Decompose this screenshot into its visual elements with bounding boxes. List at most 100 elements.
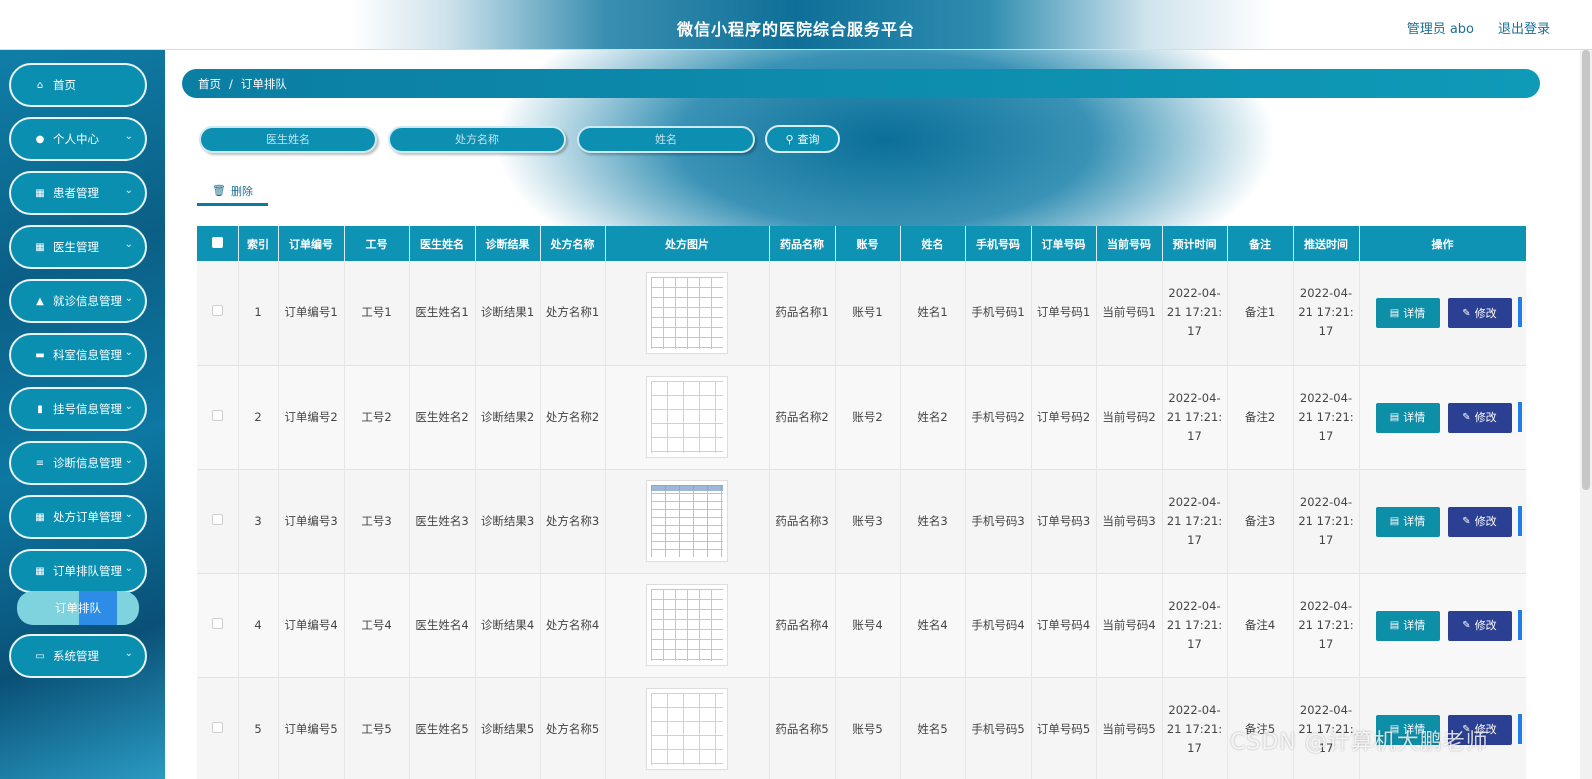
detail-button[interactable]: ▤ 详情 [1375, 298, 1440, 329]
column-header: 索引 [238, 226, 279, 261]
prescription-image[interactable] [605, 469, 770, 574]
delete-row-button[interactable] [1517, 713, 1522, 744]
top-header: 微信小程序的医院综合服务平台 管理员 abo 退出登录 [0, 0, 1592, 50]
delete-row-button[interactable] [1517, 401, 1522, 432]
scrollbar-thumb[interactable] [1582, 50, 1590, 490]
cell-doctor: 医生姓名4 [409, 573, 476, 678]
sidebar-item-2[interactable]: ▦ 患者管理 ⌄ [9, 171, 147, 215]
cell-phone: 手机号码5 [965, 677, 1032, 779]
logout-link[interactable]: 退出登录 [1498, 18, 1550, 37]
prescription-image[interactable] [605, 677, 770, 779]
sidebar-subitem-order-queue[interactable]: 订单排队 [17, 591, 139, 625]
row-actions: ▤ 详情 ✎ 修改 [1359, 365, 1526, 470]
sidebar-item-5[interactable]: ▬ 科室信息管理 ⌄ [9, 333, 147, 377]
table-row: 4 订单编号4 工号4 医生姓名4 诊断结果4 处方名称4 药品名称4 账号4 姓名4 手机号码4… [197, 573, 1526, 678]
document-icon: ▤ [1389, 516, 1400, 527]
select-all-checkbox[interactable] [197, 226, 239, 261]
edit-button[interactable]: ✎ 修改 [1447, 298, 1512, 329]
cell-diagnosis: 诊断结果4 [475, 573, 541, 678]
edit-button[interactable]: ✎ 修改 [1447, 610, 1512, 641]
document-icon: ▤ [1389, 620, 1400, 631]
sidebar-item-4[interactable]: ▲ 就诊信息管理 ⌄ [9, 279, 147, 323]
chevron-down-icon: ⌄ [124, 185, 133, 196]
cell-name: 姓名2 [900, 365, 966, 470]
column-header: 操作 [1359, 226, 1526, 261]
column-header: 预计时间 [1162, 226, 1228, 261]
edit-button[interactable]: ✎ 修改 [1447, 506, 1512, 537]
sidebar-item-label: 首页 [53, 78, 76, 92]
prescription-thumbnail [646, 688, 728, 770]
cell-est-time: 2022-04-21 17:21:17 [1162, 365, 1228, 470]
breadcrumb-home[interactable]: 首页 [198, 76, 221, 92]
detail-button[interactable]: ▤ 详情 [1375, 402, 1440, 433]
data-table: 索引 订单编号 工号 医生姓名 诊断结果 处方名称 处方图片 药品名称 账号 姓名 手机号码 订单号码… [197, 226, 1526, 779]
chevron-down-icon: ⌄ [124, 509, 133, 520]
cell-prescription: 处方名称3 [540, 469, 606, 574]
cell-push-time: 2022-04-21 17:21:17 [1293, 261, 1360, 366]
delete-button[interactable]: 🗑 删除 [197, 178, 268, 206]
delete-row-button[interactable] [1517, 609, 1522, 640]
row-checkbox[interactable] [197, 573, 239, 678]
row-index: 3 [238, 469, 279, 574]
cell-phone: 手机号码2 [965, 365, 1032, 470]
page-scrollbar[interactable] [1580, 50, 1592, 779]
chevron-down-icon: ⌄ [124, 455, 133, 466]
search-button[interactable]: ⚲ 查询 [765, 125, 840, 153]
delete-row-button[interactable] [1517, 297, 1522, 328]
column-header: 当前号码 [1096, 226, 1163, 261]
edit-button[interactable]: ✎ 修改 [1447, 402, 1512, 433]
sidebar-item-1[interactable]: ● 个人中心 ⌄ [9, 117, 147, 161]
user-icon: ● [35, 133, 45, 145]
sidebar-item-label: 就诊信息管理 [53, 294, 122, 308]
row-checkbox[interactable] [197, 365, 239, 470]
table-row: 2 订单编号2 工号2 医生姓名2 诊断结果2 处方名称2 药品名称2 账号2 姓名2 手机号码2… [197, 365, 1526, 470]
cell-order-num: 订单号码3 [1031, 469, 1097, 574]
row-actions: ▤ 详情 ✎ 修改 [1359, 573, 1526, 678]
cell-current-num: 当前号码3 [1096, 469, 1163, 574]
cell-order-no: 订单编号3 [278, 469, 345, 574]
prescription-image[interactable] [605, 573, 770, 678]
sidebar-item-6[interactable]: ▮ 挂号信息管理 ⌄ [9, 387, 147, 431]
watermark: CSDN @计算机大鹏老师 [1230, 730, 1489, 755]
pencil-icon: ✎ [1462, 412, 1471, 423]
prescription-image[interactable] [605, 261, 770, 366]
sidebar-subitem-label: 订单排队 [55, 601, 101, 615]
sidebar-item-label: 挂号信息管理 [53, 402, 122, 416]
sidebar-item-0[interactable]: ⌂ 首页 [9, 63, 147, 107]
document-icon: ▤ [1389, 412, 1400, 423]
row-checkbox[interactable] [197, 469, 239, 574]
cell-est-time: 2022-04-21 17:21:17 [1162, 573, 1228, 678]
delete-row-button[interactable] [1517, 505, 1522, 536]
sidebar-item-label: 系统管理 [53, 649, 99, 663]
cell-job-no: 工号2 [344, 365, 410, 470]
sidebar-item-9[interactable]: ▦ 订单排队管理 ⌄ [9, 549, 147, 593]
sidebar-item-8[interactable]: ▦ 处方订单管理 ⌄ [9, 495, 147, 539]
grid-icon: ▦ [35, 187, 45, 199]
sidebar-item-10[interactable]: ▭ 系统管理 ⌄ [9, 634, 147, 678]
cell-doctor: 医生姓名2 [409, 365, 476, 470]
cell-current-num: 当前号码5 [1096, 677, 1163, 779]
column-header: 订单编号 [278, 226, 345, 261]
doctor-name-search-input[interactable]: 医生姓名 [199, 126, 377, 153]
thumb-icon: ▲ [36, 295, 44, 307]
search-button-label: 查询 [797, 133, 820, 146]
chevron-down-icon: ⌄ [124, 131, 133, 142]
column-header: 药品名称 [769, 226, 836, 261]
sidebar-item-3[interactable]: ▦ 医生管理 ⌄ [9, 225, 147, 269]
name-search-input[interactable]: 姓名 [577, 126, 755, 153]
row-checkbox[interactable] [197, 261, 239, 366]
prescription-thumbnail [646, 271, 728, 354]
column-header: 诊断结果 [475, 226, 541, 261]
cell-order-no: 订单编号4 [278, 573, 345, 678]
column-header: 处方图片 [605, 226, 770, 261]
sidebar-item-7[interactable]: ≡ 诊断信息管理 ⌄ [9, 441, 147, 485]
detail-button[interactable]: ▤ 详情 [1375, 610, 1440, 641]
cell-prescription: 处方名称5 [540, 677, 606, 779]
cell-drug: 药品名称1 [769, 261, 836, 366]
detail-button[interactable]: ▤ 详情 [1375, 506, 1440, 537]
row-checkbox[interactable] [197, 677, 239, 779]
prescription-name-search-input[interactable]: 处方名称 [388, 126, 566, 153]
prescription-image[interactable] [605, 365, 770, 470]
cell-push-time: 2022-04-21 17:21:17 [1293, 365, 1360, 470]
edit-label: 修改 [1474, 306, 1497, 320]
